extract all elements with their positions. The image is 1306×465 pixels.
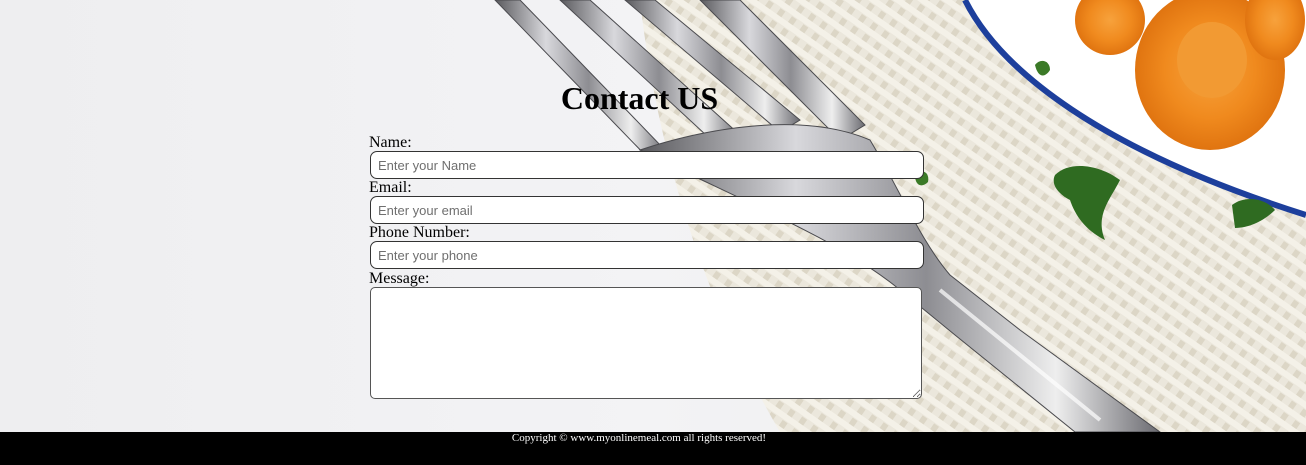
copyright-text: Copyright © www.myonlinemeal.com all rig… (511, 432, 767, 444)
message-label: Message: (369, 270, 430, 287)
email-input[interactable] (370, 196, 924, 224)
message-textarea[interactable] (370, 287, 922, 399)
phone-input[interactable] (370, 241, 924, 269)
name-input[interactable] (370, 151, 924, 179)
phone-label: Phone Number: (369, 224, 470, 241)
name-label: Name: (369, 134, 412, 151)
contact-form: Name: Email: Phone Number: Message: (369, 134, 929, 399)
email-label: Email: (369, 179, 412, 196)
footer: Copyright © www.myonlinemeal.com all rig… (0, 432, 1306, 465)
page-title: Contact US (560, 80, 719, 116)
